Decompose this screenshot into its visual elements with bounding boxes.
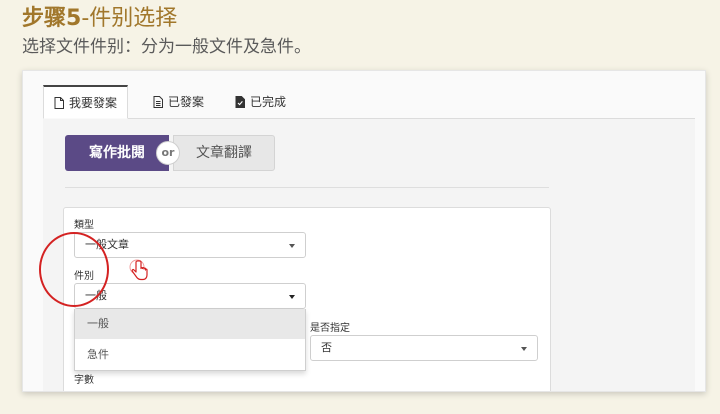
- or-separator: or: [156, 141, 180, 165]
- category-dropdown-menu: 一般 急件: [74, 309, 306, 371]
- tab-new-order[interactable]: 我要發案: [43, 85, 129, 119]
- translation-button[interactable]: 文章翻譯: [173, 135, 275, 171]
- tab-label: 已發案: [168, 95, 205, 109]
- file-lines-icon: [153, 96, 163, 108]
- tab-completed[interactable]: 已完成: [225, 85, 296, 119]
- screenshot-frame: 我要發案 已發案 已完成 寫作批閱 文章翻譯 or 類型 一般文章 件別 一般: [22, 70, 706, 392]
- chevron-down-icon: [521, 347, 527, 351]
- type-label: 類型: [74, 220, 94, 231]
- category-select[interactable]: 一般: [74, 283, 306, 309]
- step-number: 步骤5: [22, 6, 82, 31]
- step-name: -件别选择: [81, 6, 178, 31]
- pointer-hand-icon: [129, 259, 148, 281]
- highlight-circle: [39, 232, 109, 307]
- divider: [65, 187, 549, 188]
- tab-label: 已完成: [250, 95, 287, 109]
- designated-select-value: 否: [321, 341, 332, 354]
- chevron-down-icon: [289, 244, 295, 248]
- step-title: 步骤5-件别选择: [22, 6, 177, 32]
- tab-sent-orders[interactable]: 已發案: [143, 85, 214, 119]
- step-description: 选择文件件别：分为一般文件及急件。: [22, 37, 311, 57]
- file-check-icon: [235, 96, 245, 108]
- document-icon: [54, 96, 64, 109]
- writing-review-button[interactable]: 寫作批閱: [65, 135, 169, 171]
- order-form: 類型 一般文章 件別 一般 是否指定 否 字數 一般 急件: [63, 207, 551, 391]
- designated-select[interactable]: 否: [310, 335, 538, 361]
- chevron-down-icon: [289, 295, 295, 299]
- dropdown-option-urgent[interactable]: 急件: [75, 340, 305, 370]
- dropdown-option-normal[interactable]: 一般: [75, 309, 305, 339]
- order-panel: 我要發案 已發案 已完成 寫作批閱 文章翻譯 or 類型 一般文章 件別 一般: [43, 85, 695, 391]
- tab-label: 我要發案: [69, 95, 118, 110]
- word-count-label: 字數: [74, 375, 94, 386]
- designated-label: 是否指定: [310, 323, 350, 334]
- tab-bar: 我要發案 已發案 已完成: [43, 85, 695, 119]
- type-select[interactable]: 一般文章: [74, 232, 306, 258]
